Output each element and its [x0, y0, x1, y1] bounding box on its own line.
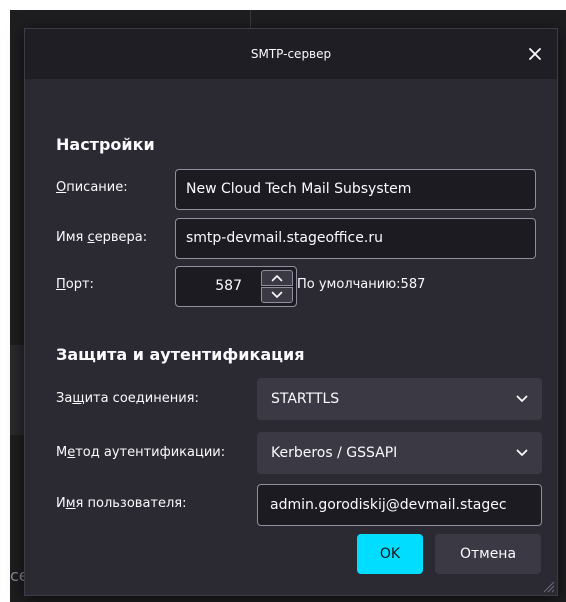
port-default-text: По умолчанию:587: [297, 277, 426, 292]
resize-grip-icon[interactable]: [539, 577, 555, 593]
description-label-accel: О: [56, 180, 67, 195]
server-name-input[interactable]: smtp-devmail.stageoffice.ru: [175, 218, 536, 259]
connection-security-label-text: ита соединения:: [84, 391, 199, 406]
smtp-server-dialog: SMTP-сервер Настройки Описание: New Clou…: [24, 28, 558, 596]
chevron-down-icon: [271, 291, 283, 298]
connection-security-label: Защита соединения:: [56, 391, 199, 406]
description-input[interactable]: New Cloud Tech Mail Subsystem: [175, 169, 536, 210]
server-name-label-accel: с: [87, 230, 95, 245]
description-label-text: писание:: [66, 180, 128, 195]
dialog-title: SMTP-сервер: [250, 47, 332, 61]
connection-security-label-accel: щ: [72, 391, 85, 406]
port-label: Порт:: [56, 277, 94, 292]
port-label-text: орт:: [65, 277, 94, 292]
dialog-titlebar: SMTP-сервер: [25, 29, 557, 79]
username-label-accel: м: [65, 496, 76, 511]
username-input[interactable]: admin.gorodiskij@devmail.stagec: [257, 484, 542, 526]
auth-method-label-pre: М: [56, 445, 68, 460]
port-decrement-button[interactable]: [261, 287, 293, 303]
chevron-down-icon: [516, 449, 528, 456]
port-value: 587: [215, 278, 242, 294]
server-name-label-text: ервера:: [94, 230, 148, 245]
security-heading: Защита и аутентификация: [56, 345, 305, 364]
username-label-text: я пользователя:: [75, 496, 187, 511]
auth-method-label-text: тод аутентификации:: [75, 445, 226, 460]
port-increment-button[interactable]: [261, 270, 293, 286]
port-spinner: [261, 270, 293, 303]
ok-button[interactable]: OK: [357, 534, 423, 574]
settings-heading: Настройки: [56, 135, 155, 154]
description-label: Описание:: [56, 180, 128, 195]
connection-security-select[interactable]: STARTTLS: [257, 378, 542, 420]
connection-security-value: STARTTLS: [271, 391, 340, 407]
username-label: Имя пользователя:: [56, 496, 187, 511]
close-button[interactable]: [523, 42, 547, 66]
port-input[interactable]: 587: [175, 266, 297, 307]
background-panel: [10, 345, 24, 435]
server-name-label: Имя сервера:: [56, 230, 147, 245]
auth-method-value: Kerberos / GSSAPI: [271, 445, 398, 461]
username-label-pre: И: [56, 496, 66, 511]
chevron-down-icon: [516, 395, 528, 402]
chevron-down-icon: [516, 378, 528, 420]
chevron-up-icon: [271, 275, 283, 282]
chevron-down-icon: [516, 432, 528, 474]
auth-method-select[interactable]: Kerberos / GSSAPI: [257, 432, 542, 474]
connection-security-label-pre: За: [56, 391, 73, 406]
auth-method-label: Метод аутентификации:: [56, 445, 225, 460]
server-name-label-pre: Имя: [56, 230, 88, 245]
cancel-button[interactable]: Отмена: [435, 534, 541, 574]
port-label-accel: П: [56, 277, 66, 292]
close-icon: [529, 48, 541, 60]
